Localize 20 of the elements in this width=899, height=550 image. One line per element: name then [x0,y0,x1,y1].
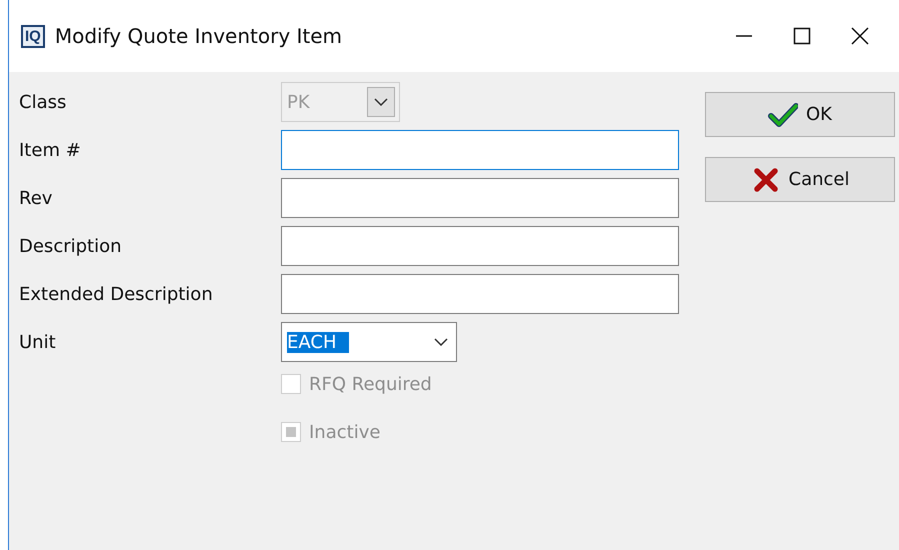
input-field[interactable] [281,274,679,314]
field-label: Class [19,92,68,112]
caret-icon [374,98,388,106]
maximize-icon[interactable] [792,26,812,46]
input-field[interactable] [281,178,679,218]
input-field[interactable] [281,226,679,266]
field-label: Extended Description [19,284,214,304]
field-label: Item # [19,140,82,160]
field-label: Rev [19,188,54,208]
ok-button[interactable]: OK [705,92,895,137]
checkmark-icon [768,102,798,126]
app-icon: IQ [21,24,45,48]
cancel-button[interactable]: Cancel [705,157,895,202]
dropdown[interactable]: EACH [281,322,457,362]
close-icon[interactable] [850,26,870,46]
caret-icon [434,338,448,346]
input-field[interactable] [281,130,679,170]
field-label: Description [19,236,123,256]
window-title: Modify Quote Inventory Item [54,24,344,48]
field-label: Unit [19,332,57,352]
